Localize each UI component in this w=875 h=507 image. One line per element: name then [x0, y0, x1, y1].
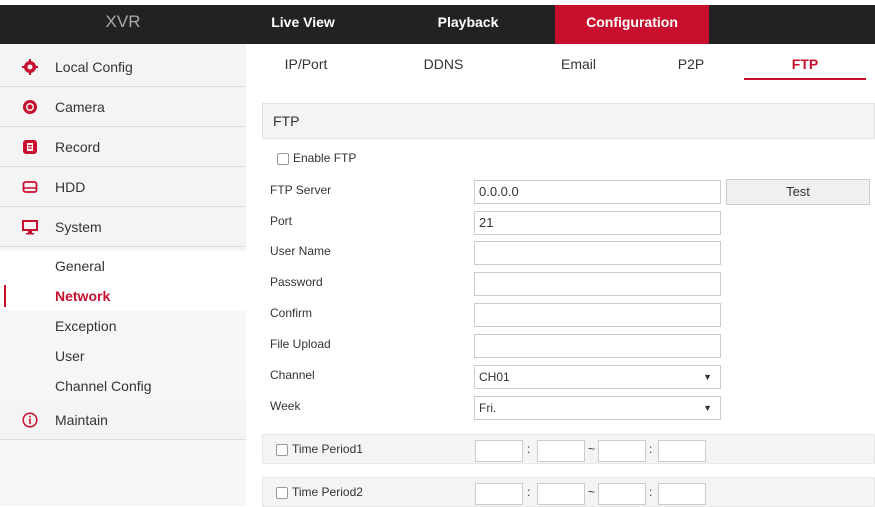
colon-separator: : — [649, 442, 653, 456]
colon-separator: : — [527, 442, 531, 456]
colon-separator: : — [527, 485, 531, 499]
user-name-label: User Name — [270, 244, 331, 258]
start-hour-input[interactable] — [475, 483, 523, 505]
info-icon — [22, 412, 38, 428]
camera-icon — [22, 99, 38, 115]
sidebar-sub-label: User — [55, 348, 85, 364]
start-minute-input[interactable] — [537, 483, 585, 505]
colon-separator: : — [649, 485, 653, 499]
file-upload-label: File Upload — [270, 337, 331, 351]
channel-label: Channel — [270, 368, 315, 382]
time-period2-checkbox[interactable] — [276, 487, 288, 499]
user-name-input[interactable] — [474, 241, 721, 265]
tab-p2p[interactable]: P2P — [631, 44, 751, 84]
end-minute-input[interactable] — [658, 483, 706, 505]
sidebar-sub-channel-config[interactable]: Channel Config — [0, 371, 246, 401]
sidebar-sub-user[interactable]: User — [0, 341, 246, 371]
start-hour-input[interactable] — [475, 440, 523, 462]
nav-live-view[interactable]: Live View — [253, 0, 353, 44]
sidebar-item-local-config[interactable]: Local Config — [0, 47, 246, 87]
time-period-row: Time Period1 : ~ : — [262, 434, 875, 464]
monitor-icon — [22, 219, 38, 235]
sidebar-sub-label: Network — [55, 288, 111, 304]
app-logo: XVR — [105, 12, 141, 31]
sidebar-item-label: HDD — [55, 179, 86, 195]
sidebar-sub-label: Exception — [55, 318, 117, 334]
ftp-server-label: FTP Server — [270, 183, 332, 197]
sidebar-item-camera[interactable]: Camera — [0, 87, 246, 127]
chevron-down-icon: ▼ — [703, 403, 712, 413]
sidebar-sub-network[interactable]: Network — [0, 281, 246, 311]
test-button[interactable]: Test — [726, 179, 870, 205]
sidebar-sub-label: Channel Config — [55, 378, 152, 394]
gear-icon — [22, 59, 38, 75]
confirm-label: Confirm — [270, 306, 313, 320]
password-label: Password — [270, 275, 323, 289]
sidebar-item-hdd[interactable]: HDD — [0, 167, 246, 207]
confirm-input[interactable] — [474, 303, 721, 327]
sidebar-item-system[interactable]: System — [0, 207, 246, 247]
tilde-separator: ~ — [588, 485, 596, 499]
time-period2-label: Time Period2 — [292, 485, 363, 499]
port-input[interactable]: 21 — [474, 211, 721, 235]
channel-select[interactable]: CH01 ▼ — [474, 365, 721, 389]
nav-configuration[interactable]: Configuration — [555, 0, 709, 44]
chevron-down-icon: ▼ — [703, 372, 712, 382]
sidebar-item-maintain[interactable]: Maintain — [0, 400, 246, 440]
tab-email[interactable]: Email — [516, 44, 641, 84]
sidebar-item-label: Maintain — [55, 412, 108, 428]
sidebar-item-label: Camera — [55, 99, 105, 115]
sidebar: Local Config Camera Record HDD System Ge… — [0, 44, 246, 506]
channel-select-value: CH01 — [479, 370, 510, 384]
end-hour-input[interactable] — [598, 483, 646, 505]
time-period1-label: Time Period1 — [292, 442, 363, 456]
top-strip — [0, 0, 875, 5]
sidebar-sub-label: General — [55, 258, 105, 274]
sidebar-item-record[interactable]: Record — [0, 127, 246, 167]
sidebar-item-label: Record — [55, 139, 101, 155]
record-icon — [22, 139, 38, 155]
end-hour-input[interactable] — [598, 440, 646, 462]
tab-ip-port[interactable]: IP/Port — [246, 44, 366, 84]
end-minute-input[interactable] — [658, 440, 706, 462]
week-select[interactable]: Fri. ▼ — [474, 396, 721, 420]
start-minute-input[interactable] — [537, 440, 585, 462]
top-bar: XVR Live View Playback Configuration — [0, 0, 875, 44]
time-period1-checkbox[interactable] — [276, 444, 288, 456]
sidebar-sub-exception[interactable]: Exception — [0, 311, 246, 341]
week-select-value: Fri. — [479, 401, 497, 415]
enable-ftp-label: Enable FTP — [293, 151, 357, 165]
file-upload-input[interactable] — [474, 334, 721, 358]
sidebar-item-label: System — [55, 219, 102, 235]
ftp-server-input[interactable]: 0.0.0.0 — [474, 180, 721, 204]
tab-bar: IP/Port DDNS Email P2P FTP — [246, 44, 875, 84]
nav-playback[interactable]: Playback — [418, 0, 518, 44]
password-input[interactable] — [474, 272, 721, 296]
week-label: Week — [270, 399, 301, 413]
tab-ftp[interactable]: FTP — [744, 44, 866, 84]
hdd-icon — [22, 179, 38, 195]
sidebar-item-label: Local Config — [55, 59, 133, 75]
time-period-row: Time Period2 : ~ : — [262, 477, 875, 507]
tab-ddns[interactable]: DDNS — [386, 44, 501, 84]
sidebar-sub-general[interactable]: General — [0, 251, 246, 281]
section-header-ftp: FTP — [262, 103, 875, 139]
tilde-separator: ~ — [588, 442, 596, 456]
enable-ftp-checkbox[interactable] — [277, 153, 289, 165]
port-label: Port — [270, 214, 293, 228]
